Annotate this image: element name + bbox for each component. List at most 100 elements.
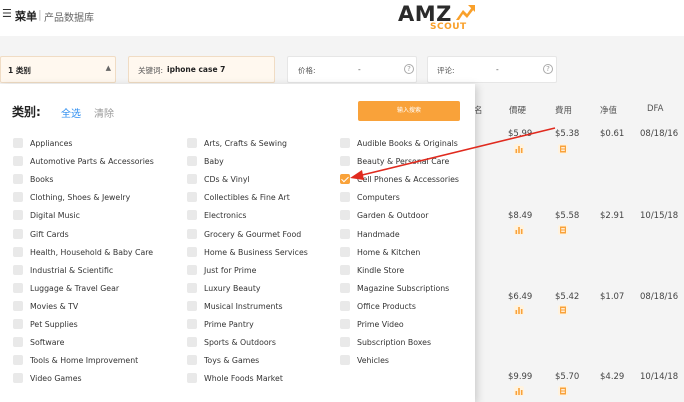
- caret-up-icon: ▲: [105, 64, 111, 72]
- category-checkbox[interactable]: [187, 156, 197, 167]
- category-checkbox[interactable]: [13, 373, 23, 384]
- column-header-name[interactable]: 名: [474, 104, 483, 122]
- category-checkbox[interactable]: [13, 156, 23, 167]
- category-checkbox[interactable]: [187, 355, 197, 366]
- column-header-dfa[interactable]: DFA: [647, 104, 663, 122]
- row-dfa: 08/18/16: [640, 292, 679, 302]
- keyword-value[interactable]: iphone case 7: [167, 65, 225, 74]
- row-fee: $5.42: [555, 292, 580, 302]
- category-checkbox[interactable]: [340, 319, 350, 329]
- price-help-icon[interactable]: ?: [404, 64, 414, 74]
- category-label: Magazine Subscriptions: [357, 283, 450, 293]
- bar-chart-icon[interactable]: [514, 305, 524, 315]
- category-checkbox[interactable]: [187, 373, 197, 384]
- category-checkbox[interactable]: [187, 264, 197, 275]
- category-checkbox[interactable]: [187, 210, 197, 221]
- hamburger-menu-icon[interactable]: ☰: [2, 7, 12, 20]
- fee-details-icon[interactable]: [558, 225, 568, 235]
- category-checkbox[interactable]: [187, 319, 197, 329]
- category-checkbox[interactable]: [13, 319, 23, 329]
- category-checkbox[interactable]: [13, 300, 23, 311]
- row-dfa: 08/18/16: [640, 129, 679, 139]
- category-checkbox[interactable]: [13, 192, 23, 203]
- category-checkbox[interactable]: [13, 337, 23, 348]
- category-checkbox[interactable]: [340, 246, 350, 257]
- bar-chart-icon[interactable]: [514, 225, 524, 235]
- row-fee: $5.70: [555, 372, 580, 382]
- column-header-net[interactable]: 净值: [600, 104, 617, 122]
- category-checkbox[interactable]: [340, 156, 350, 167]
- category-label: Musical Instruments: [204, 301, 283, 311]
- column-header-fee[interactable]: 費用: [555, 104, 572, 122]
- category-label: Pet Supplies: [30, 320, 78, 329]
- category-label: Prime Video: [357, 320, 404, 329]
- category-label: Grocery & Gourmet Food: [204, 229, 302, 239]
- price-filter[interactable]: 价格: - ?: [287, 56, 417, 83]
- category-checkbox[interactable]: [187, 174, 197, 185]
- row-dfa: 10/14/18: [640, 372, 679, 382]
- keyword-label: 关键词:: [138, 66, 164, 75]
- category-checkbox[interactable]: [187, 300, 197, 311]
- category-label: Video Games: [30, 374, 82, 384]
- category-label: Whole Foods Market: [204, 374, 283, 384]
- category-label: Subscription Boxes: [357, 338, 432, 348]
- category-label: Office Products: [357, 301, 416, 311]
- category-checkbox[interactable]: [340, 174, 350, 185]
- category-label: Garden & Outdoor: [357, 211, 429, 221]
- category-checkbox[interactable]: [13, 228, 23, 239]
- category-checkbox[interactable]: [340, 300, 350, 311]
- fee-details-icon[interactable]: [558, 386, 568, 396]
- menu-label[interactable]: 菜单: [15, 8, 37, 24]
- category-checkbox[interactable]: [187, 138, 197, 148]
- category-checkbox[interactable]: [340, 228, 350, 239]
- fee-details-icon[interactable]: [558, 305, 568, 315]
- category-label: Cell Phones & Accessories: [357, 175, 459, 185]
- category-checkbox[interactable]: [340, 337, 350, 348]
- bar-chart-icon[interactable]: [514, 144, 524, 154]
- page-title: 产品数据库: [44, 13, 94, 24]
- category-label: Luggage & Travel Gear: [30, 283, 120, 293]
- category-label: Sports & Outdoors: [204, 338, 276, 348]
- category-checkbox[interactable]: [340, 210, 350, 221]
- category-checkbox[interactable]: [340, 282, 350, 293]
- review-filter[interactable]: 评论: - ?: [427, 56, 557, 83]
- review-help-icon[interactable]: ?: [543, 64, 553, 74]
- category-checkbox[interactable]: [13, 174, 23, 185]
- fee-details-icon[interactable]: [558, 144, 568, 154]
- clear-link[interactable]: 清除: [94, 105, 114, 120]
- keyword-filter[interactable]: 关键词: iphone case 7: [128, 56, 275, 83]
- row-price: $5.99: [508, 129, 533, 139]
- category-label: Handmade: [357, 229, 400, 239]
- category-checkbox[interactable]: [13, 246, 23, 257]
- category-checkbox[interactable]: [340, 355, 350, 366]
- category-checkbox[interactable]: [13, 355, 23, 366]
- column-header-price[interactable]: 價硬: [509, 104, 526, 122]
- select-all-link[interactable]: 全选: [61, 105, 81, 120]
- review-label: 评论:: [437, 66, 455, 75]
- amzscout-logo: AMZ SCOUT: [398, 2, 478, 34]
- category-checkbox[interactable]: [340, 264, 350, 275]
- category-label: Luxury Beauty: [204, 283, 261, 293]
- category-checkbox[interactable]: [187, 228, 197, 239]
- logo-arrow-icon: [456, 5, 475, 20]
- category-label: Health, Household & Baby Care: [30, 247, 154, 257]
- review-range-separator: -: [496, 65, 499, 74]
- category-checkbox[interactable]: [13, 210, 23, 221]
- category-checkbox[interactable]: [13, 282, 23, 293]
- category-label: Industrial & Scientific: [30, 265, 114, 275]
- category-checkbox[interactable]: [187, 282, 197, 293]
- category-label: Collectibles & Fine Art: [204, 193, 290, 203]
- category-checkbox[interactable]: [13, 138, 23, 148]
- category-checkbox[interactable]: [340, 192, 350, 203]
- bar-chart-icon[interactable]: [514, 386, 524, 396]
- category-filter[interactable]: 1 类别 ▲: [0, 56, 116, 83]
- category-label: Just for Prime: [204, 265, 257, 275]
- apply-search-button[interactable]: 输入搜索: [358, 101, 460, 121]
- category-checkbox[interactable]: [187, 192, 197, 203]
- category-label: Software: [30, 338, 65, 348]
- category-checkbox[interactable]: [13, 264, 23, 275]
- category-checkbox[interactable]: [187, 337, 197, 348]
- category-checkbox[interactable]: [187, 246, 197, 257]
- category-checkbox[interactable]: [340, 138, 350, 148]
- row-net: $4.29: [600, 372, 625, 382]
